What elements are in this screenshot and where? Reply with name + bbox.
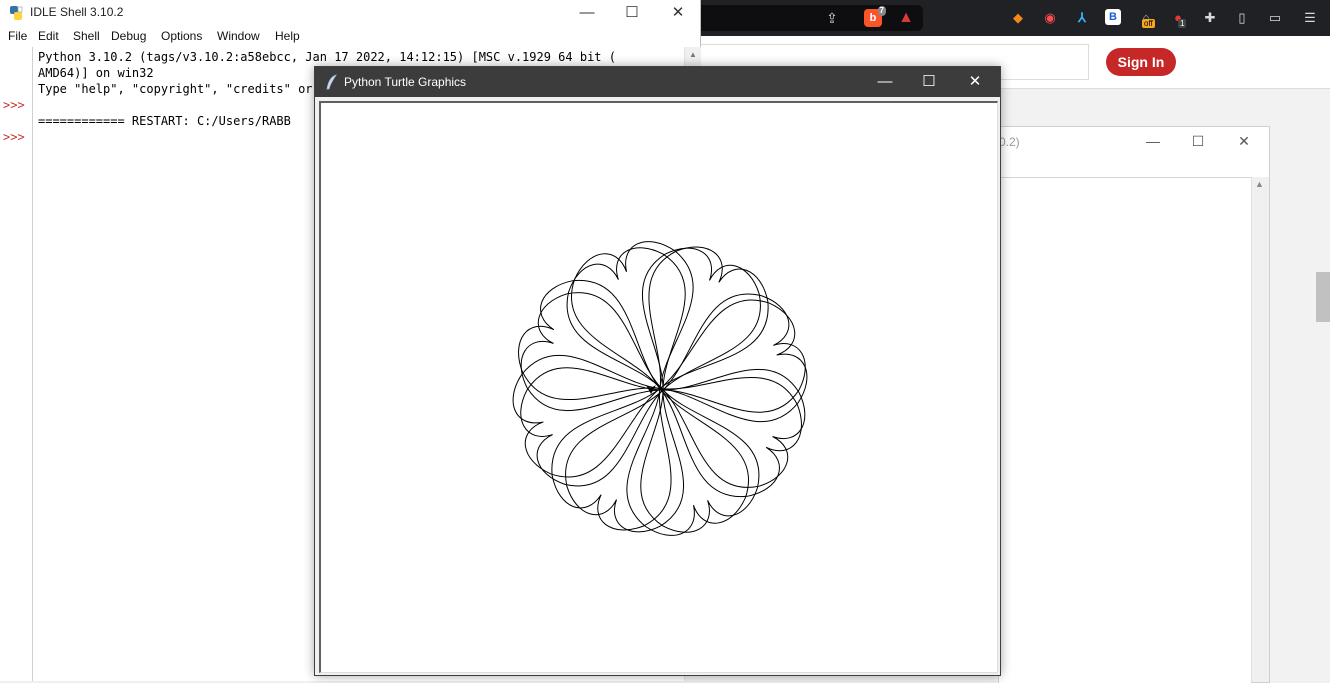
share-icon[interactable]: ⇪ <box>823 9 841 27</box>
flower-petal <box>661 368 806 488</box>
idle-title: IDLE Shell 3.10.2 <box>30 5 124 19</box>
turtle-title: Python Turtle Graphics <box>344 75 467 89</box>
menu-debug[interactable]: Debug <box>111 29 146 43</box>
menu-shell[interactable]: Shell <box>73 29 100 43</box>
brave-shield-count: 7 <box>877 6 886 16</box>
minimize-icon[interactable]: — <box>567 2 607 24</box>
turtle-canvas[interactable] <box>319 101 998 673</box>
idle-titlebar[interactable]: IDLE Shell 3.10.2 — ☐ ✕ <box>0 0 700 26</box>
brave-shield-icon[interactable]: b7 <box>864 6 886 27</box>
vertical-scrollbar[interactable]: ▲ <box>1251 177 1269 682</box>
wallet-icon[interactable]: ▭ <box>1266 9 1284 27</box>
scroll-up-icon[interactable]: ▲ <box>689 50 697 59</box>
minimize-icon[interactable]: — <box>1138 131 1168 151</box>
background-window-title: 0.2) <box>999 135 1020 149</box>
sidebar-icon[interactable]: ▯ <box>1233 9 1251 27</box>
turtle-graphics-window: Python Turtle Graphics — ☐ ✕ <box>314 66 1001 676</box>
page-scrollbar-thumb[interactable] <box>1316 272 1330 322</box>
flower-petal <box>512 354 662 478</box>
background-python-window[interactable]: 0.2) — ☐ ✕ ▲ <box>998 126 1270 683</box>
brave-rewards-icon[interactable]: ▲ <box>897 9 915 27</box>
menu-help[interactable]: Help <box>275 29 300 43</box>
close-icon[interactable]: ✕ <box>953 71 997 93</box>
sign-in-button[interactable]: Sign In <box>1106 48 1176 76</box>
bitwarden-icon[interactable]: B <box>1105 9 1121 25</box>
close-icon[interactable]: ✕ <box>1229 131 1259 151</box>
menu-file[interactable]: File <box>8 29 27 43</box>
menu-window[interactable]: Window <box>217 29 260 43</box>
scroll-up-icon[interactable]: ▲ <box>1255 179 1264 189</box>
menu-edit[interactable]: Edit <box>38 29 59 43</box>
address-bar[interactable] <box>700 5 923 31</box>
flower-petal <box>571 241 694 390</box>
maximize-icon[interactable]: ☐ <box>907 71 951 93</box>
maximize-icon[interactable]: ☐ <box>612 2 652 24</box>
feather-icon <box>326 74 337 90</box>
maximize-icon[interactable]: ☐ <box>1183 131 1213 151</box>
recorder-icon[interactable]: ◉ <box>1041 9 1059 27</box>
a-plus-icon[interactable]: ⅄ <box>1073 9 1091 27</box>
flower-petal <box>648 246 769 390</box>
bitwarden-glyph: B <box>1109 11 1117 23</box>
flower-petal <box>518 280 662 400</box>
shell-prompt: >>> <box>3 98 25 112</box>
close-icon[interactable]: ✕ <box>658 2 698 24</box>
menu-options[interactable]: Options <box>161 29 202 43</box>
minimize-icon[interactable]: — <box>863 71 907 93</box>
menu-icon[interactable]: ☰ <box>1301 9 1319 27</box>
red-extension-icon[interactable]: ● 1 <box>1169 9 1187 28</box>
turtle-drawing <box>512 241 808 536</box>
metamask-icon[interactable]: ◆ <box>1009 9 1027 27</box>
puzzle-icon[interactable]: ✚ <box>1201 9 1219 27</box>
turtle-titlebar[interactable]: Python Turtle Graphics — ☐ ✕ <box>315 67 1000 97</box>
shell-line: Python 3.10.2 (tags/v3.10.2:a58ebcc, Jan… <box>38 50 616 64</box>
off-badge: off <box>1142 19 1155 28</box>
prompt-gutter: >>> >>> <box>0 47 33 681</box>
background-window-content <box>999 177 1251 683</box>
shell-line: ============ RESTART: C:/Users/RABB <box>38 114 291 128</box>
shell-line: AMD64)] on win32 <box>38 66 154 80</box>
shell-prompt: >>> <box>3 130 25 144</box>
off-extension-icon[interactable]: ⌂ off <box>1137 9 1155 28</box>
red-extension-badge: 1 <box>1178 19 1187 28</box>
idle-menubar: File Edit Shell Debug Options Window Hel… <box>0 27 700 46</box>
python-icon <box>10 6 23 20</box>
